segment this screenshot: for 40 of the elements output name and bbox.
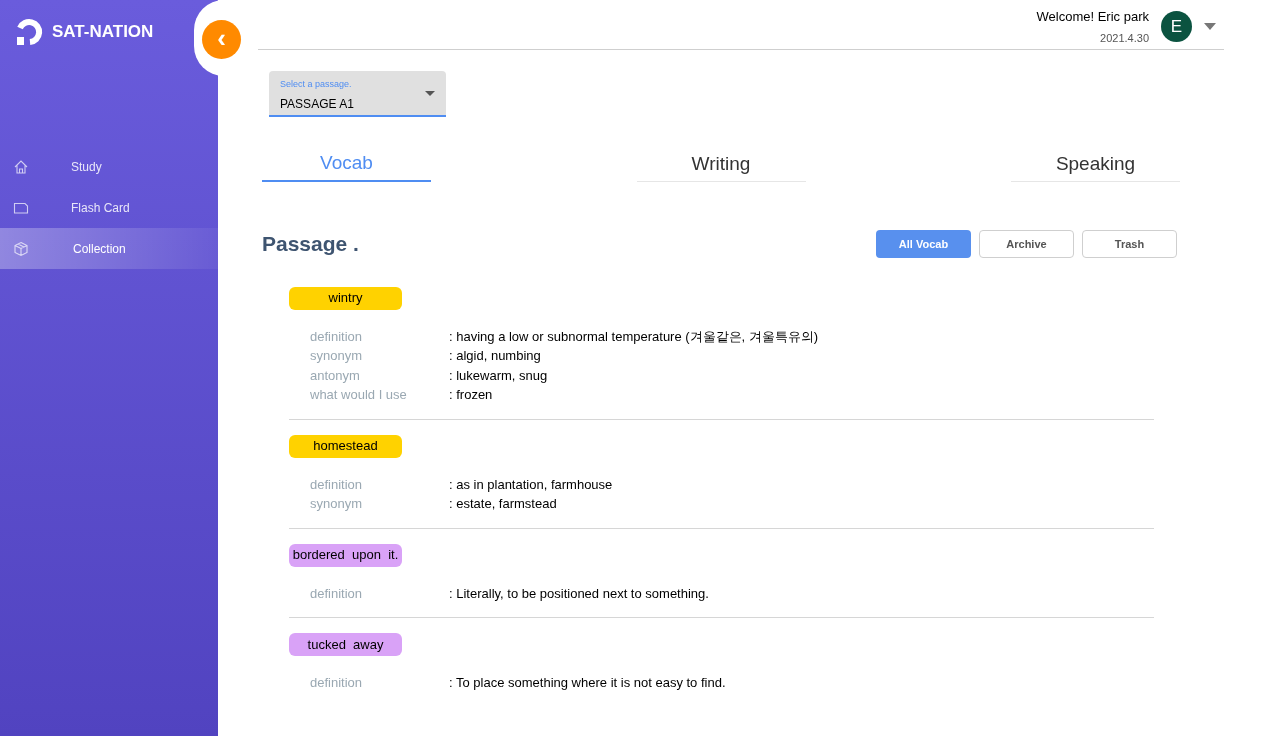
filter-button[interactable]: Trash (1082, 229, 1177, 258)
date-text: 2021.4.30 (1100, 31, 1149, 46)
box-icon (12, 240, 30, 257)
field-label: definition (310, 475, 363, 493)
field-label: synonym (310, 495, 363, 513)
tab[interactable]: Speaking (1011, 147, 1180, 182)
field-value: : algid, numbing (449, 347, 541, 365)
tab[interactable]: Writing (636, 147, 806, 182)
section-title: Passage . (262, 231, 359, 257)
field-label: antonym (310, 366, 360, 384)
select-label: Select a passage. (280, 78, 353, 91)
sidebar-item[interactable]: Flash Card (0, 187, 218, 228)
field-value: : lukewarm, snug (449, 366, 548, 384)
word-tag: wintry (289, 286, 402, 310)
caret-icon (425, 91, 435, 96)
logo-icon (16, 18, 44, 46)
field-label: definition (310, 327, 363, 345)
select-value: PASSAGE A1 (280, 95, 355, 113)
field-value: : as in plantation, farmhouse (449, 475, 613, 493)
field-value: : estate, farmstead (449, 495, 557, 513)
passage-select[interactable]: Select a passage. PASSAGE A1 (269, 71, 446, 117)
field-value: : To place something where it is not easy to find. (449, 674, 726, 692)
avatar[interactable]: E (1161, 11, 1192, 42)
word-tag: bordered upon it. (289, 543, 402, 567)
word-tag: homestead (289, 434, 402, 458)
field-label: definition (310, 674, 363, 692)
filter-button[interactable]: Archive (979, 229, 1074, 258)
field-value: : Literally, to be positioned next to something. (449, 584, 709, 602)
sidebar-item[interactable]: Study (0, 146, 218, 187)
field-label: definition (310, 584, 363, 602)
field-value: : having a low or subnormal temperature (겨울같은, 겨울특유의) (449, 327, 819, 345)
sidebar-item[interactable]: Collection (0, 228, 218, 269)
word-tag: tucked away (289, 633, 402, 656)
dropdown-caret-icon[interactable] (1204, 23, 1216, 30)
field-value: : frozen (449, 386, 493, 404)
home-icon (12, 158, 30, 175)
field-label: what would I use (310, 386, 407, 404)
welcome-text: Welcome! Eric park (1036, 7, 1149, 26)
logo-text: SAT-NATION (52, 21, 154, 44)
field-label: synonym (310, 347, 363, 365)
